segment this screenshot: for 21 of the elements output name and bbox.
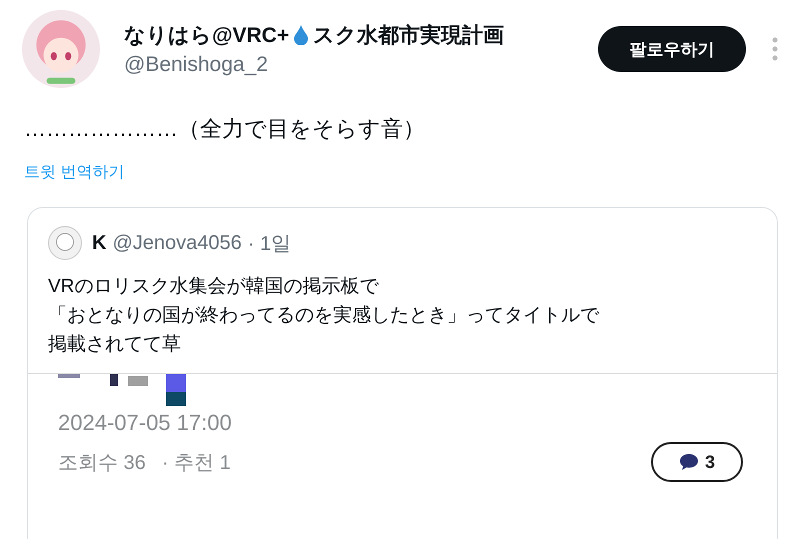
display-name[interactable]: なりはら@VRC+	[124, 21, 290, 49]
recommend-count: · 추천 1	[162, 450, 231, 476]
user-handle[interactable]: @Benishoga_2	[124, 53, 598, 77]
post-date: 2024-07-05 17:00	[58, 410, 233, 436]
comment-count-button[interactable]: 3	[651, 442, 743, 482]
tweet-text: …………………（全力で目をそらす音）	[24, 115, 426, 143]
avatar-icon	[48, 226, 82, 260]
quoted-tweet-text: 「おとなりの国が終わってるのを実感したとき」ってタイトルで	[48, 304, 600, 328]
water-drop-icon	[294, 25, 308, 45]
quoted-display-name: K	[92, 232, 106, 254]
quoted-tweet-card[interactable]: K @Jenova4056 · 1일 VRのロリスク水集会が韓国の掲示板で 「おとなりの国が終わってるのを実感したとき」ってタイトルで 掲載されてて草 2024-07-05 17:00 조회수 36 · 추천 1 3	[27, 207, 778, 539]
quoted-tweet-text: VRのロリスク水集会が韓国の掲示板で	[48, 275, 380, 299]
view-count: 조회수 36	[58, 450, 146, 476]
speech-bubble-icon	[678, 453, 699, 471]
more-options-icon[interactable]	[772, 37, 778, 61]
quoted-user-handle: @Jenova4056	[112, 232, 242, 254]
quoted-tweet-text: 掲載されてて草	[48, 333, 182, 357]
quoted-time: · 1일	[248, 232, 292, 256]
avatar-icon[interactable]	[22, 10, 100, 88]
display-name[interactable]: スク水都市実現計画	[313, 21, 504, 49]
follow-button[interactable]: 팔로우하기	[598, 26, 746, 72]
